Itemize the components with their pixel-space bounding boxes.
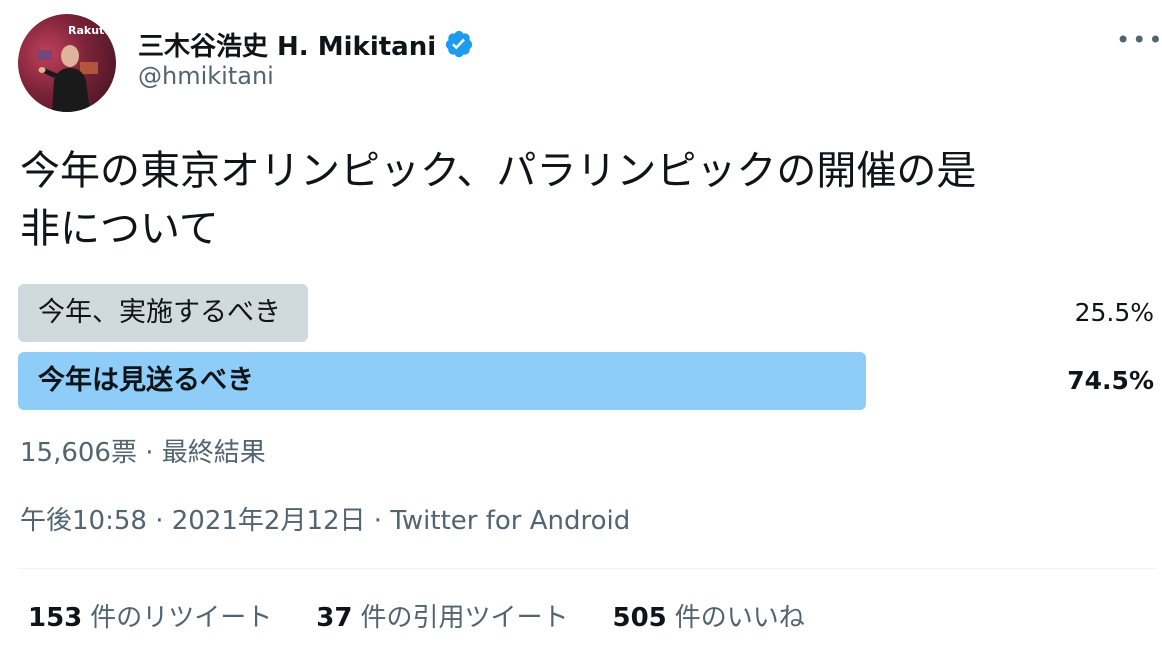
quotes-count-link[interactable]: 37 件の引用ツイート xyxy=(316,600,568,636)
avatar-logo-text: Rakute xyxy=(68,24,112,37)
poll-option-label: 今年、実施するべき xyxy=(38,297,281,328)
quotes-label: 件の引用ツイート xyxy=(360,603,569,633)
verified-badge-icon xyxy=(444,29,474,59)
tweet-text-line: 今年の東京オリンピック、パラリンピックの開催の是 xyxy=(20,148,977,194)
poll-vote-summary: 15,606票 · 最終結果 xyxy=(20,438,266,468)
author-name-row: 三木谷浩史 H. Mikitani xyxy=(138,24,474,64)
likes-count: 505 xyxy=(612,603,667,633)
more-options-icon[interactable]: ••• xyxy=(1116,28,1162,52)
author-handle[interactable]: @hmikitani xyxy=(138,62,274,90)
separator-dot: · xyxy=(146,506,172,536)
tweet-date-link[interactable]: 2021年2月12日 xyxy=(172,506,366,536)
author-avatar[interactable]: Rakute xyxy=(18,14,116,112)
engagement-stats: 153 件のリツイート 37 件の引用ツイート 505 件のいいね xyxy=(28,600,849,636)
tweet-timestamp: 午後10:58 · 2021年2月12日 · Twitter for Andro… xyxy=(20,500,630,537)
likes-label: 件のいいね xyxy=(674,603,805,633)
poll-option-percent: 74.5% xyxy=(1067,366,1154,395)
divider xyxy=(18,568,1156,569)
tweet-text: 今年の東京オリンピック、パラリンピックの開催の是 非について xyxy=(20,142,1130,258)
retweets-count: 153 xyxy=(28,603,83,633)
tweet-source-link[interactable]: Twitter for Android xyxy=(390,506,630,536)
author-display-name[interactable]: 三木谷浩史 H. Mikitani xyxy=(138,26,436,63)
quotes-count: 37 xyxy=(316,603,353,633)
poll-option-2: 今年は見送るべき 74.5% xyxy=(18,352,1156,410)
poll-option-percent: 25.5% xyxy=(1074,298,1154,327)
retweets-count-link[interactable]: 153 件のリツイート xyxy=(28,600,272,636)
poll-option-1: 今年、実施するべき 25.5% xyxy=(18,284,1156,342)
tweet-time-link[interactable]: 午後10:58 xyxy=(20,506,147,536)
avatar-photo: Rakute xyxy=(38,24,112,112)
likes-count-link[interactable]: 505 件のいいね xyxy=(613,600,805,636)
poll-option-label: 今年は見送るべき xyxy=(38,365,254,396)
retweets-label: 件のリツイート xyxy=(90,603,273,633)
tweet-text-line: 非について xyxy=(20,206,219,252)
separator-dot: · xyxy=(365,506,391,536)
